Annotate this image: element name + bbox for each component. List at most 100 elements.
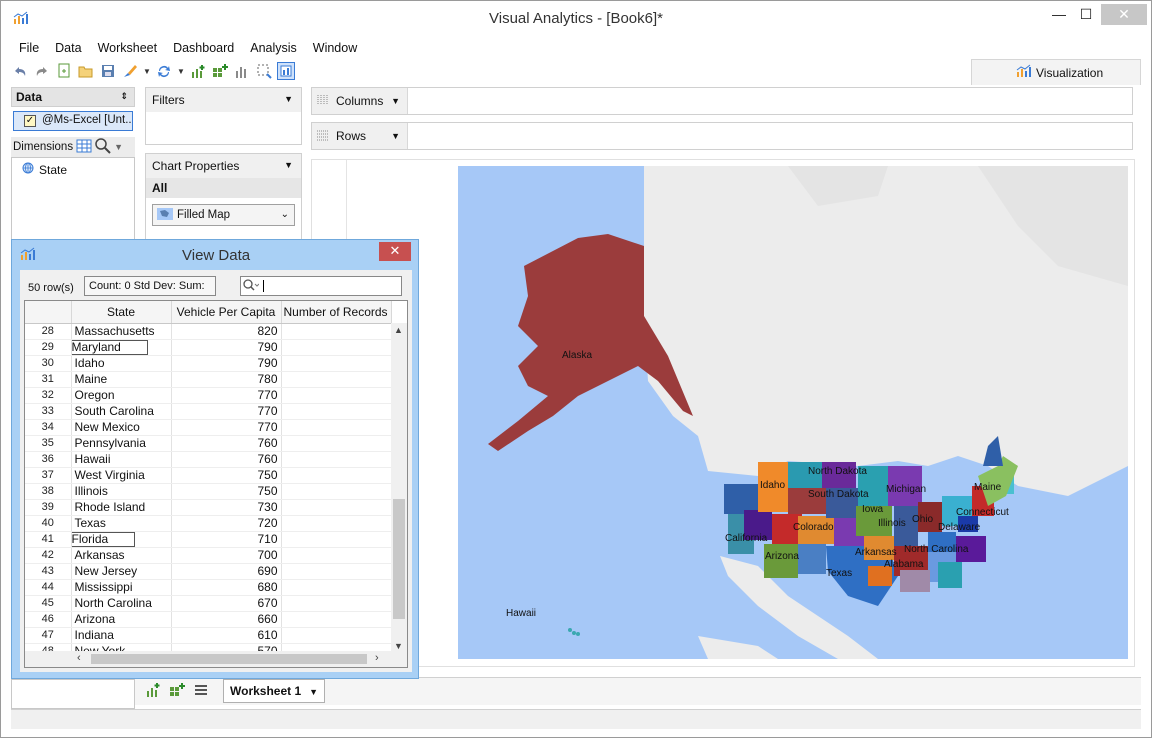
table-row[interactable]: 39 Rhode Island 730: [25, 499, 392, 516]
row-index[interactable]: 42: [25, 547, 72, 564]
chevron-down-icon[interactable]: ▼: [114, 142, 123, 152]
row-index[interactable]: 47: [25, 627, 72, 644]
data-source-item[interactable]: ✓ @Ms-Excel [Unt...: [13, 111, 133, 131]
cell-state[interactable]: Arkansas: [71, 547, 172, 564]
table-row[interactable]: 30 Idaho 790: [25, 355, 392, 372]
table-row[interactable]: 29 Maryland 790: [25, 339, 392, 356]
cell-vehicle-per-capita[interactable]: 770: [171, 419, 282, 436]
dimension-item-state[interactable]: State: [22, 162, 124, 177]
filters-dropdown-icon[interactable]: ▼: [284, 94, 293, 104]
cell-vehicle-per-capita[interactable]: 750: [171, 467, 282, 484]
cell-state[interactable]: Arizona: [71, 611, 172, 628]
cell-state[interactable]: Mississippi: [71, 579, 172, 596]
cell-state[interactable]: West Virginia: [71, 467, 172, 484]
cell-vehicle-per-capita[interactable]: 820: [171, 323, 282, 340]
undo-icon[interactable]: [11, 62, 29, 80]
filled-map[interactable]: Alaska Hawaii North Dakota South Dakota …: [458, 166, 1128, 659]
cell-state[interactable]: Illinois: [71, 483, 172, 500]
search-icon[interactable]: [95, 137, 111, 157]
chart-type-select[interactable]: Filled Map ⌄: [152, 204, 295, 226]
table-row[interactable]: 34 New Mexico 770: [25, 419, 392, 436]
cell-vehicle-per-capita[interactable]: 790: [171, 355, 282, 372]
open-icon[interactable]: [77, 62, 95, 80]
cell-number-of-records[interactable]: [281, 499, 392, 516]
view-data-title-bar[interactable]: View Data ✕: [12, 240, 418, 270]
table-row[interactable]: 43 New Jersey 690: [25, 563, 392, 580]
menu-file[interactable]: File: [11, 39, 47, 57]
table-row[interactable]: 36 Hawaii 760: [25, 451, 392, 468]
cell-state[interactable]: Rhode Island: [71, 499, 172, 516]
redo-icon[interactable]: [33, 62, 51, 80]
add-dashboard-icon[interactable]: [169, 682, 185, 701]
row-index[interactable]: 35: [25, 435, 72, 452]
table-row[interactable]: 41 Florida 710: [25, 531, 392, 548]
cell-number-of-records[interactable]: [281, 467, 392, 484]
h-scrollbar-thumb[interactable]: [91, 654, 367, 664]
rows-dropdown-icon[interactable]: ▼: [391, 131, 400, 141]
columns-pill[interactable]: Columns ▼: [312, 88, 408, 114]
cell-number-of-records[interactable]: [281, 355, 392, 372]
cell-state[interactable]: Maryland: [71, 339, 172, 356]
row-index[interactable]: 29: [25, 339, 72, 356]
table-row[interactable]: 38 Illinois 750: [25, 483, 392, 500]
table-row[interactable]: 44 Mississippi 680: [25, 579, 392, 596]
presentation-icon[interactable]: [277, 62, 295, 80]
cell-vehicle-per-capita[interactable]: 760: [171, 451, 282, 468]
data-source-check-icon[interactable]: ✓: [24, 115, 36, 127]
row-index[interactable]: 30: [25, 355, 72, 372]
cell-vehicle-per-capita[interactable]: 690: [171, 563, 282, 580]
cell-state[interactable]: Hawaii: [71, 451, 172, 468]
new-icon[interactable]: [55, 62, 73, 80]
horizontal-scrollbar[interactable]: ‹ ›: [25, 651, 407, 667]
cell-vehicle-per-capita[interactable]: 730: [171, 499, 282, 516]
column-header-index[interactable]: [25, 301, 72, 324]
minimize-button[interactable]: —: [1044, 5, 1074, 25]
scrollbar-thumb[interactable]: [393, 499, 405, 619]
refresh-icon[interactable]: [155, 62, 173, 80]
lasso-icon[interactable]: [255, 62, 273, 80]
column-header-number-of-records[interactable]: Number of Records: [281, 301, 392, 324]
tab-visualization[interactable]: Visualization: [971, 59, 1141, 85]
add-chart-icon[interactable]: [189, 62, 207, 80]
table-icon[interactable]: [76, 139, 92, 156]
menu-analysis[interactable]: Analysis: [242, 39, 305, 57]
row-index[interactable]: 36: [25, 451, 72, 468]
cell-state[interactable]: Idaho: [71, 355, 172, 372]
add-worksheet-icon[interactable]: [145, 682, 161, 701]
cell-state[interactable]: North Carolina: [71, 595, 172, 612]
row-index[interactable]: 39: [25, 499, 72, 516]
cell-state[interactable]: Maine: [71, 371, 172, 388]
cell-vehicle-per-capita[interactable]: 680: [171, 579, 282, 596]
cell-vehicle-per-capita[interactable]: 610: [171, 627, 282, 644]
row-index[interactable]: 43: [25, 563, 72, 580]
table-row[interactable]: 40 Texas 720: [25, 515, 392, 532]
cell-state[interactable]: Pennsylvania: [71, 435, 172, 452]
worksheet-tab-dropdown-icon[interactable]: ▼: [309, 687, 318, 697]
chevron-down-icon[interactable]: ⌄: [281, 209, 289, 220]
scroll-down-icon[interactable]: ▼: [394, 641, 403, 651]
cell-vehicle-per-capita[interactable]: 700: [171, 547, 282, 564]
cell-state[interactable]: Oregon: [71, 387, 172, 404]
cell-vehicle-per-capita[interactable]: 750: [171, 483, 282, 500]
row-index[interactable]: 31: [25, 371, 72, 388]
bar-chart-icon[interactable]: [233, 62, 251, 80]
row-index[interactable]: 28: [25, 323, 72, 340]
data-grid[interactable]: State Vehicle Per Capita Number of Recor…: [24, 300, 408, 668]
cell-number-of-records[interactable]: [281, 627, 392, 644]
cell-number-of-records[interactable]: [281, 387, 392, 404]
cell-state[interactable]: Texas: [71, 515, 172, 532]
cell-vehicle-per-capita[interactable]: 770: [171, 403, 282, 420]
row-index[interactable]: 38: [25, 483, 72, 500]
table-row[interactable]: 45 North Carolina 670: [25, 595, 392, 612]
cell-number-of-records[interactable]: [281, 579, 392, 596]
cell-vehicle-per-capita[interactable]: 770: [171, 387, 282, 404]
data-search-input[interactable]: [240, 276, 402, 296]
cell-number-of-records[interactable]: [281, 451, 392, 468]
chart-properties-dropdown-icon[interactable]: ▼: [284, 160, 293, 170]
table-row[interactable]: 32 Oregon 770: [25, 387, 392, 404]
scroll-left-icon[interactable]: ‹: [77, 652, 81, 664]
row-index[interactable]: 33: [25, 403, 72, 420]
cell-number-of-records[interactable]: [281, 419, 392, 436]
cell-number-of-records[interactable]: [281, 547, 392, 564]
cell-vehicle-per-capita[interactable]: 780: [171, 371, 282, 388]
